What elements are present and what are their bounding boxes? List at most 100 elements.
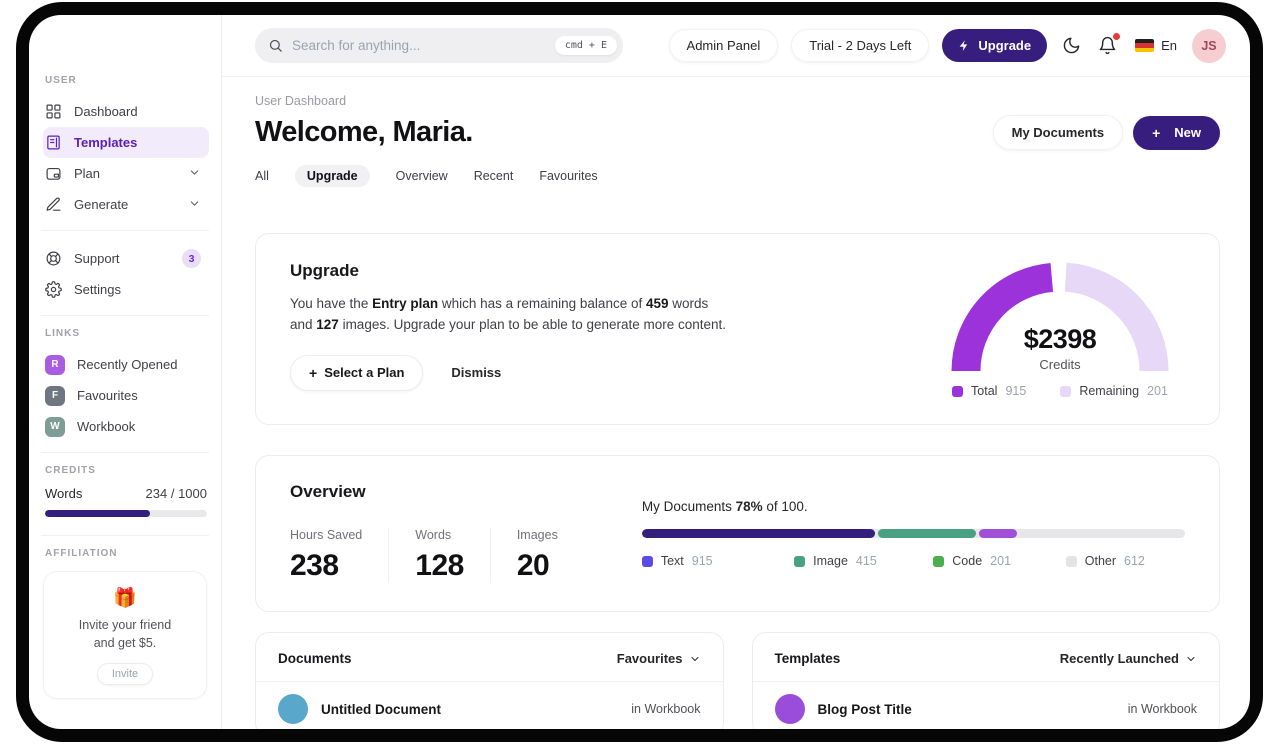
keyboard-shortcut-badge: cmd + E	[554, 36, 617, 55]
divider	[41, 452, 209, 453]
sidebar-item-templates[interactable]: Templates	[43, 127, 209, 158]
lightning-bolt-icon	[959, 40, 968, 51]
documents-card-title: Documents	[278, 651, 352, 666]
sidebar-item-label: Generate	[74, 197, 129, 212]
stat-words: Words 128	[388, 528, 490, 583]
document-location: in Workbook	[631, 702, 701, 716]
sidebar-link-recently-opened[interactable]: R Recently Opened	[43, 349, 209, 380]
divider	[41, 315, 209, 316]
tab-recent[interactable]: Recent	[474, 169, 514, 183]
document-row[interactable]: Untitled Document in Workbook	[256, 682, 723, 729]
link-initial-badge: R	[45, 354, 65, 375]
legend-swatch	[933, 555, 945, 567]
divider	[41, 230, 209, 231]
tab-upgrade[interactable]: Upgrade	[294, 165, 370, 187]
tab-all[interactable]: All	[255, 169, 269, 183]
grid-icon	[46, 104, 61, 119]
legend-swatch	[1060, 385, 1072, 397]
document-avatar	[278, 694, 308, 724]
sidebar-item-generate[interactable]: Generate	[43, 189, 209, 220]
templates-filter-dropdown[interactable]: Recently Launched	[1060, 651, 1197, 666]
admin-panel-button[interactable]: Admin Panel	[668, 29, 779, 62]
templates-card: Templates Recently Launched Blog Post Ti…	[751, 632, 1220, 729]
links-section-label: LINKS	[45, 328, 80, 339]
stacked-progress-bar	[641, 529, 1185, 538]
chevron-down-icon	[188, 197, 201, 213]
segment-image	[878, 529, 977, 538]
topbar: cmd + E Admin Panel Trial - 2 Days Left …	[222, 15, 1250, 77]
progress-label: My Documents 78% of 100.	[641, 499, 808, 514]
documents-filter-dropdown[interactable]: Favourites	[617, 651, 701, 666]
overview-stats: Hours Saved 238 Words 128 Images 20	[290, 528, 584, 583]
chevron-down-icon	[691, 656, 698, 661]
legend-item-remaining: Remaining 201	[1060, 384, 1168, 398]
device-frame: USER Dashboard Templates Plan Generate S…	[16, 2, 1263, 742]
overview-card: Overview Hours Saved 238 Words 128 Image…	[255, 455, 1220, 612]
documents-card: Documents Favourites Untitled Document i…	[255, 632, 724, 729]
upgrade-card-title: Upgrade	[290, 261, 359, 280]
gear-icon	[45, 281, 62, 298]
credits-usage: Words 234 / 1000	[45, 486, 207, 501]
filter-tabs: All Upgrade Overview Recent Favourites	[255, 165, 1220, 187]
sidebar-item-support[interactable]: Support 3	[43, 243, 209, 274]
search-input[interactable]	[292, 38, 546, 53]
user-section-label: USER	[45, 75, 77, 86]
content: User Dashboard Welcome, Maria. My Docume…	[222, 77, 1250, 729]
legend-item-image: Image 415	[794, 554, 933, 568]
documents-progress: My Documents 78% of 100. Text 915 Image 41…	[641, 499, 1185, 568]
sidebar-item-label: Favourites	[77, 388, 138, 403]
credits-section-label: CREDITS	[45, 465, 96, 476]
sidebar-item-plan[interactable]: Plan	[43, 158, 209, 189]
template-row[interactable]: Blog Post Title in Workbook	[753, 682, 1220, 729]
tab-favourites[interactable]: Favourites	[539, 169, 597, 183]
language-selector[interactable]: En	[1135, 38, 1177, 53]
affiliation-section-label: AFFILIATION	[45, 548, 118, 559]
templates-icon	[47, 135, 60, 150]
sidebar-item-label: Recently Opened	[77, 357, 178, 372]
credits-value: 234 / 1000	[145, 486, 207, 501]
my-documents-button[interactable]: My Documents	[992, 115, 1124, 150]
pencil-icon	[46, 197, 61, 211]
sidebar-link-favourites[interactable]: F Favourites	[43, 380, 209, 411]
sidebar-item-label: Settings	[74, 282, 121, 297]
wallet-icon	[46, 167, 61, 180]
affiliation-text: Invite your friend and get $5.	[78, 618, 172, 650]
invite-button[interactable]: Invite	[96, 663, 154, 685]
app-window: USER Dashboard Templates Plan Generate S…	[29, 15, 1250, 729]
dark-mode-toggle[interactable]	[1060, 34, 1083, 57]
gift-icon: 🎁	[113, 588, 137, 609]
new-button[interactable]: New	[1133, 115, 1220, 150]
chevron-down-icon	[1187, 656, 1195, 661]
select-plan-button[interactable]: Select a Plan	[290, 354, 424, 391]
legend-item-total: Total 915	[952, 384, 1026, 398]
progress-legend: Text 915 Image 415 Code 201 Other 612	[641, 554, 1185, 568]
document-title: Untitled Document	[321, 701, 441, 717]
tab-overview[interactable]: Overview	[396, 169, 448, 183]
germany-flag-icon	[1135, 39, 1155, 52]
credits-gauge: $2398 Credits Total 915 Remaining 201	[935, 259, 1185, 398]
trial-badge-button[interactable]: Trial - 2 Days Left	[791, 29, 930, 62]
notifications-button[interactable]	[1096, 33, 1121, 57]
legend-item-code: Code 201	[933, 554, 1065, 568]
templates-card-title: Templates	[774, 651, 841, 666]
dismiss-button[interactable]: Dismiss	[451, 365, 501, 380]
user-avatar[interactable]: JS	[1192, 28, 1226, 63]
legend-swatch	[794, 555, 806, 567]
template-location: in Workbook	[1127, 702, 1197, 716]
chevron-down-icon	[188, 166, 201, 182]
sidebar-item-label: Plan	[74, 166, 101, 181]
sidebar: USER Dashboard Templates Plan Generate S…	[29, 15, 222, 729]
legend-swatch	[641, 555, 653, 567]
search-box[interactable]: cmd + E	[255, 28, 623, 63]
sidebar-link-workbook[interactable]: W Workbook	[43, 411, 209, 442]
stat-hours-saved: Hours Saved 238	[290, 528, 363, 582]
sidebar-item-dashboard[interactable]: Dashboard	[43, 96, 209, 127]
sidebar-item-settings[interactable]: Settings	[43, 274, 209, 305]
breadcrumb: User Dashboard	[255, 94, 347, 108]
upgrade-card: Upgrade You have the Entry plan which ha…	[255, 233, 1220, 425]
gauge-caption: Credits	[1039, 357, 1081, 372]
language-label: En	[1161, 38, 1177, 53]
template-title: Blog Post Title	[817, 701, 912, 717]
divider	[41, 535, 209, 536]
upgrade-button[interactable]: Upgrade	[942, 29, 1048, 62]
